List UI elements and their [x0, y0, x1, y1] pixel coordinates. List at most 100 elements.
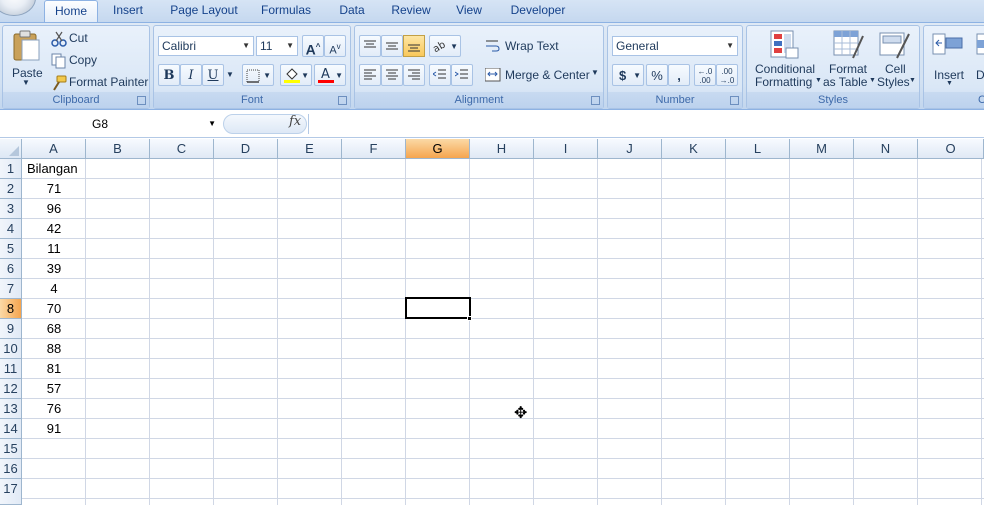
- insert-function-icon[interactable]: fx: [289, 114, 301, 129]
- row-header-14[interactable]: 14: [0, 419, 22, 439]
- row-header-7[interactable]: 7: [0, 279, 22, 299]
- align-left-button[interactable]: [359, 64, 381, 86]
- fill-color-button[interactable]: ▼: [280, 64, 312, 86]
- merge-center-dropdown-icon[interactable]: ▼: [591, 68, 599, 77]
- tab-page-layout[interactable]: Page Layout: [166, 0, 242, 22]
- name-box-dropdown-icon[interactable]: ▼: [208, 114, 216, 134]
- column-header-d[interactable]: D: [214, 139, 278, 159]
- cell-a8[interactable]: 70: [22, 299, 86, 319]
- column-header-n[interactable]: N: [854, 139, 918, 159]
- currency-button[interactable]: $ ▼: [612, 64, 644, 86]
- tab-data[interactable]: Data: [334, 0, 370, 22]
- column-header-f[interactable]: F: [342, 139, 406, 159]
- font-size-combo[interactable]: 11 ▼: [256, 36, 298, 56]
- tab-insert[interactable]: Insert: [106, 0, 150, 22]
- row-header-12[interactable]: 12: [0, 379, 22, 399]
- cell-a6[interactable]: 39: [22, 259, 86, 279]
- row-header-10[interactable]: 10: [0, 339, 22, 359]
- row-header-17[interactable]: 17: [0, 479, 22, 505]
- column-header-b[interactable]: B: [86, 139, 150, 159]
- cell-a13[interactable]: 76: [22, 399, 86, 419]
- column-header-m[interactable]: M: [790, 139, 854, 159]
- column-header-o[interactable]: O: [918, 139, 984, 159]
- select-all-button[interactable]: [0, 139, 22, 159]
- clipboard-dialog-launcher-icon[interactable]: [137, 96, 146, 105]
- formula-input[interactable]: [308, 114, 984, 134]
- fill-handle[interactable]: [467, 316, 472, 321]
- font-size-dropdown-icon[interactable]: ▼: [286, 37, 294, 55]
- office-button[interactable]: [0, 0, 36, 16]
- row-header-13[interactable]: 13: [0, 399, 22, 419]
- column-header-h[interactable]: H: [470, 139, 534, 159]
- middle-align-button[interactable]: [381, 35, 403, 57]
- column-header-c[interactable]: C: [150, 139, 214, 159]
- increase-indent-button[interactable]: [451, 64, 473, 86]
- cell-styles-dropdown-icon[interactable]: ▼: [909, 77, 916, 84]
- row-header-3[interactable]: 3: [0, 199, 22, 219]
- bottom-align-button[interactable]: [403, 35, 425, 57]
- name-box[interactable]: G8 ▼: [0, 114, 220, 134]
- row-header-9[interactable]: 9: [0, 319, 22, 339]
- grow-font-button[interactable]: A^: [302, 35, 324, 58]
- column-header-i[interactable]: I: [534, 139, 598, 159]
- font-name-combo[interactable]: Calibri ▼: [158, 36, 254, 56]
- top-align-button[interactable]: [359, 35, 381, 57]
- column-header-l[interactable]: L: [726, 139, 790, 159]
- font-dialog-launcher-icon[interactable]: [338, 96, 347, 105]
- tab-view[interactable]: View: [452, 0, 486, 22]
- font-name-dropdown-icon[interactable]: ▼: [242, 37, 250, 55]
- cell-a5[interactable]: 11: [22, 239, 86, 259]
- copy-button[interactable]: Copy: [49, 52, 139, 70]
- number-format-dropdown-icon[interactable]: ▼: [726, 37, 734, 55]
- shrink-font-button[interactable]: Av: [324, 35, 346, 57]
- paste-button[interactable]: Paste ▼: [7, 28, 45, 90]
- tab-developer[interactable]: Developer: [506, 0, 570, 22]
- conditional-formatting-button[interactable]: Conditional Formatting ▼: [749, 28, 822, 90]
- cell-a1[interactable]: Bilangan: [22, 159, 86, 179]
- borders-dropdown-icon[interactable]: ▼: [263, 65, 271, 87]
- format-painter-button[interactable]: Format Painter: [49, 74, 149, 92]
- paste-dropdown-arrow[interactable]: ▼: [22, 78, 30, 87]
- row-header-8[interactable]: 8: [0, 299, 22, 319]
- row-header-2[interactable]: 2: [0, 179, 22, 199]
- italic-button[interactable]: I: [180, 64, 202, 86]
- row-header-4[interactable]: 4: [0, 219, 22, 239]
- align-center-button[interactable]: [381, 64, 403, 86]
- cell-a3[interactable]: 96: [22, 199, 86, 219]
- column-header-g[interactable]: G: [406, 139, 470, 159]
- bold-button[interactable]: B: [158, 64, 180, 86]
- column-header-a[interactable]: A: [22, 139, 86, 159]
- decrease-indent-button[interactable]: [429, 64, 451, 86]
- tab-review[interactable]: Review: [386, 0, 436, 22]
- row-header-15[interactable]: 15: [0, 439, 22, 459]
- underline-button[interactable]: U: [202, 64, 224, 86]
- cell-a9[interactable]: 68: [22, 319, 86, 339]
- active-cell-g8[interactable]: [405, 297, 471, 319]
- cell-a11[interactable]: 81: [22, 359, 86, 379]
- format-as-table-button[interactable]: Format as Table ▼: [823, 28, 876, 90]
- cell-a14[interactable]: 91: [22, 419, 86, 439]
- cut-button[interactable]: Cut: [49, 30, 139, 48]
- tab-home[interactable]: Home: [44, 0, 98, 22]
- row-header-1[interactable]: 1: [0, 159, 22, 179]
- wrap-text-button[interactable]: Wrap Text: [483, 36, 579, 56]
- cell-a2[interactable]: 71: [22, 179, 86, 199]
- increase-decimal-button[interactable]: ←.0 .00: [694, 64, 716, 86]
- tab-formulas[interactable]: Formulas: [256, 0, 316, 22]
- cell-a10[interactable]: 88: [22, 339, 86, 359]
- number-dialog-launcher-icon[interactable]: [730, 96, 739, 105]
- row-header-11[interactable]: 11: [0, 359, 22, 379]
- delete-cells-button[interactable]: De: [972, 28, 984, 90]
- conditional-formatting-dropdown-icon[interactable]: ▼: [815, 77, 822, 84]
- cell-a7[interactable]: 4: [22, 279, 86, 299]
- number-format-combo[interactable]: General ▼: [612, 36, 738, 56]
- percent-button[interactable]: %: [646, 64, 668, 86]
- column-header-j[interactable]: J: [598, 139, 662, 159]
- font-color-button[interactable]: A ▼: [314, 64, 346, 86]
- cell-area[interactable]: Bilangan 71 96 42 11 39 4 70 68 88 81 57…: [22, 159, 984, 505]
- font-color-dropdown-icon[interactable]: ▼: [335, 65, 343, 87]
- orientation-dropdown-icon[interactable]: ▼: [450, 36, 458, 58]
- column-header-k[interactable]: K: [662, 139, 726, 159]
- cell-a12[interactable]: 57: [22, 379, 86, 399]
- insert-cells-dropdown-icon[interactable]: ▼: [946, 80, 953, 87]
